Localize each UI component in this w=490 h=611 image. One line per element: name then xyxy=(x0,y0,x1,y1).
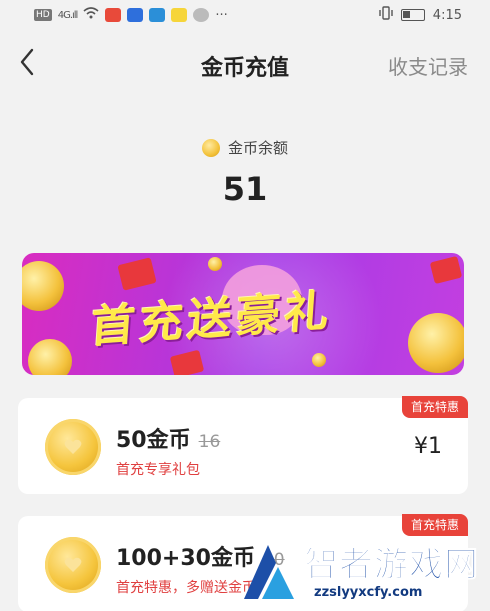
watermark-logo-icon xyxy=(244,545,294,599)
coin-icon xyxy=(22,261,64,311)
wifi-icon xyxy=(83,7,99,23)
balance-value: 51 xyxy=(222,170,268,208)
app-notification-icon xyxy=(127,8,144,22)
package-name: 50金币 16 xyxy=(116,422,220,454)
app-notification-icon xyxy=(171,8,188,22)
clock: 4:15 xyxy=(432,7,462,23)
coin-icon xyxy=(208,257,222,271)
watermark-text: 智者游戏网 xyxy=(304,545,479,586)
status-bar: HD 4G.ıll ··· 4:15 xyxy=(0,0,490,30)
hd-indicator: HD xyxy=(34,9,52,21)
package-price: ¥1 xyxy=(414,434,442,459)
watermark-url: zzslyyxcfy.com xyxy=(314,585,423,600)
signal-icon: 4G.ıll xyxy=(57,9,79,21)
coin-icon xyxy=(312,353,326,367)
original-price: 16 xyxy=(198,432,221,452)
heart-icon xyxy=(64,439,82,454)
promo-banner[interactable]: 首充送豪礼 xyxy=(22,253,464,375)
app-notification-icon xyxy=(149,8,166,22)
coin-icon xyxy=(408,313,464,373)
heart-icon xyxy=(64,557,82,572)
package-desc: 首充特惠，多赠送金币 xyxy=(116,580,256,596)
coin-icon xyxy=(45,419,101,475)
coin-icon xyxy=(28,339,72,375)
records-link[interactable]: 收支记录 xyxy=(388,51,468,80)
red-envelope-icon xyxy=(117,257,157,291)
vibrate-icon xyxy=(379,6,393,24)
app-notification-icon xyxy=(105,8,122,22)
coin-icon xyxy=(45,537,101,593)
package-card[interactable]: 50金币 16 首充专享礼包 ¥1 首充特惠 xyxy=(18,396,468,494)
package-desc: 首充专享礼包 xyxy=(116,462,200,478)
more-notifications-icon: ··· xyxy=(215,7,228,23)
package-name-text: 50金币 xyxy=(116,428,191,453)
package-name-text: 100+30金币 xyxy=(116,546,255,571)
promo-tag: 首充特惠 xyxy=(401,396,468,418)
nav-header: 金币充值 收支记录 xyxy=(0,36,490,92)
red-envelope-icon xyxy=(429,255,463,285)
balance-label: 金币余额 xyxy=(227,139,288,157)
app-notification-icon xyxy=(193,8,210,22)
balance-label-row: 金币余额 xyxy=(0,137,490,158)
coin-icon xyxy=(201,138,220,157)
battery-icon xyxy=(400,9,425,21)
watermark: 智者游戏网 zzslyyxcfy.com xyxy=(238,533,490,611)
